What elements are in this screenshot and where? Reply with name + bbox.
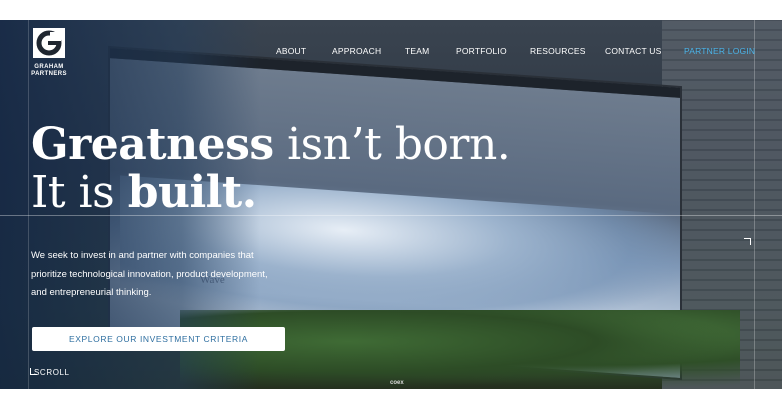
- main-navigation: ABOUT APPROACH TEAM PORTFOLIO RESOURCES …: [0, 46, 782, 60]
- headline-line2: It is built.: [31, 169, 551, 217]
- headline-bold-1: Greatness: [31, 119, 274, 170]
- brand-name: GRAHAM PARTNERS: [31, 64, 67, 78]
- intro-line: We seek to invest in and partner with co…: [31, 250, 254, 261]
- nav-portfolio[interactable]: PORTFOLIO: [456, 46, 507, 56]
- guide-line-left: [28, 20, 29, 389]
- explore-criteria-button[interactable]: EXPLORE OUR INVESTMENT CRITERIA: [32, 327, 285, 351]
- headline-light-2: It is: [31, 167, 128, 218]
- hero-intro-text: We seek to invest in and partner with co…: [31, 247, 301, 303]
- corner-mark: [744, 238, 751, 245]
- hero-headline: Greatness isn’t born. It is built.: [31, 121, 551, 217]
- nav-about[interactable]: ABOUT: [276, 46, 306, 56]
- nav-partner-login[interactable]: PARTNER LOGIN: [684, 46, 755, 56]
- intro-line: and entrepreneurial thinking.: [31, 287, 152, 298]
- brand-name-line2: PARTNERS: [31, 71, 67, 77]
- headline-line1: Greatness isn’t born.: [31, 121, 551, 169]
- scroll-indicator[interactable]: SCROLL: [34, 368, 70, 377]
- intro-line: prioritize technological innovation, pro…: [31, 268, 268, 280]
- guide-line-right: [754, 20, 755, 389]
- brand-name-line1: GRAHAM: [34, 64, 64, 70]
- nav-resources[interactable]: RESOURCES: [530, 46, 586, 56]
- nav-approach[interactable]: APPROACH: [332, 46, 381, 56]
- building-sign: coex: [390, 380, 404, 386]
- nav-team[interactable]: TEAM: [405, 46, 429, 56]
- headline-bold-2: built.: [127, 167, 257, 218]
- nav-contact-us[interactable]: CONTACT US: [605, 46, 661, 56]
- headline-light-1: isn’t born.: [273, 119, 511, 170]
